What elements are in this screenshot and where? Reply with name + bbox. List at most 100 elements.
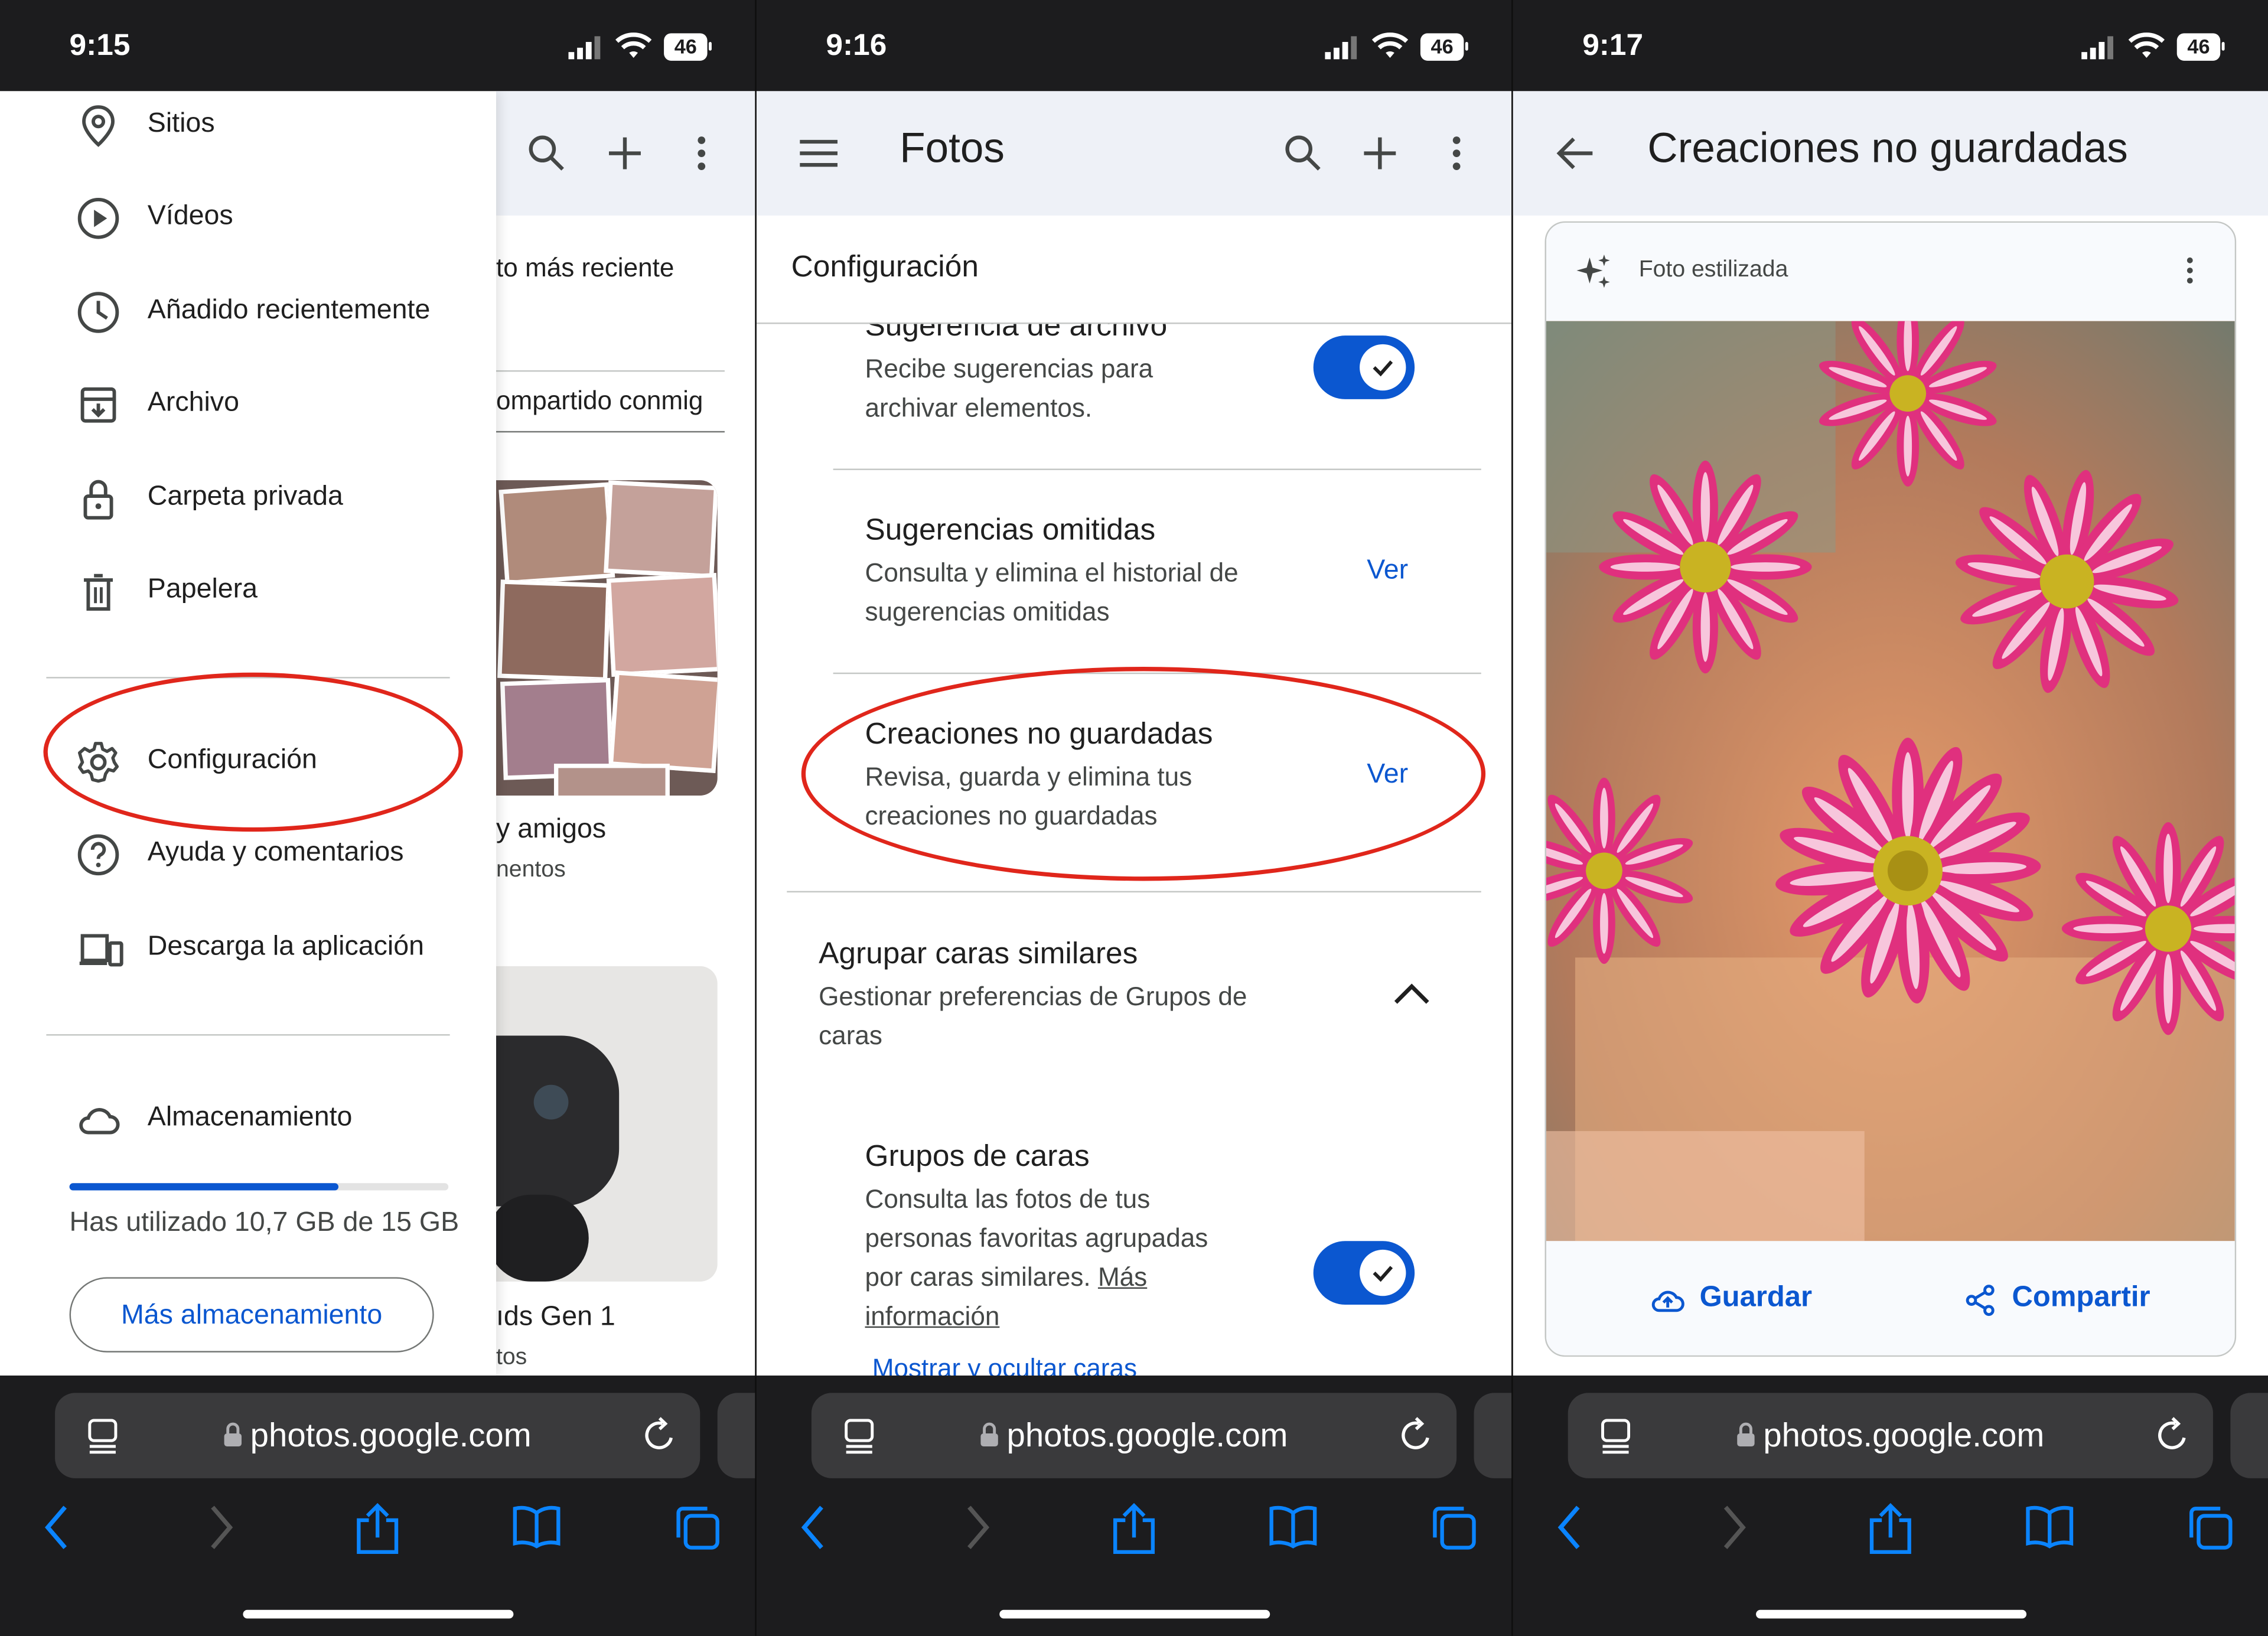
highlight-circle-settings [43,672,463,832]
sparkle-icon [1576,255,1610,288]
wifi-icon [2128,32,2165,58]
album-title-family[interactable]: y amigos [496,814,606,846]
next-tab-peek[interactable] [2230,1393,2268,1478]
phone-panel-2: 9:16 46 Fotos Configuración Sugerencia d… [756,0,1512,1636]
url-text: photos.google.com [1006,1416,1288,1454]
share-icon[interactable] [353,1503,402,1555]
address-bar[interactable]: photos.google.com [1568,1393,2213,1478]
search-icon[interactable] [1285,135,1322,172]
album-thumbnail-earbuds[interactable] [496,966,718,1282]
tabs-icon[interactable] [2185,1503,2234,1552]
page-menu-icon[interactable] [843,1417,875,1455]
drawer-label-sitios: Sitios [147,108,215,139]
setting-divider [787,891,1481,893]
next-tab-peek[interactable] [1474,1393,1512,1478]
more-vert-icon[interactable] [1451,136,1462,171]
check-icon [1373,360,1393,377]
album-title-earbuds[interactable]: ıds Gen 1 [496,1302,615,1334]
more-vert-icon[interactable] [696,136,708,171]
battery-level: 46 [664,33,708,61]
share-icon[interactable] [1866,1503,1915,1555]
card-actions: Guardar Compartir [1546,1241,2235,1355]
bookmarks-icon[interactable] [1267,1503,1319,1549]
bookmarks-icon[interactable] [510,1503,562,1549]
chevron-up-icon[interactable] [1392,980,1432,1006]
drawer-label-help: Ayuda y comentarios [147,837,404,868]
battery-level: 46 [1420,33,1464,61]
show-hide-faces-link[interactable]: Mostrar y ocultar caras [872,1354,1137,1376]
setting-desc-group-faces: Gestionar preferencias de Grupos de cara… [819,982,1247,1050]
signal-icon [568,36,601,60]
forward-icon[interactable] [206,1503,237,1552]
status-time: 9:16 [826,28,887,63]
phone-panel-3: 9:17 46 Creaciones no guardadas Foto est… [1513,0,2268,1636]
setting-desc-omitted-suggestions: Consulta y elimina el historial de suger… [865,558,1239,627]
album-thumbnail-family[interactable] [496,480,718,796]
forward-icon[interactable] [1718,1503,1750,1552]
background-page: to más reciente ompartido conmig y amigo… [496,91,755,1376]
more-vert-icon[interactable] [2185,257,2194,284]
reload-icon[interactable] [2155,1416,2190,1454]
section-title: Configuración [791,250,979,284]
battery-level: 46 [2176,33,2221,61]
tabs-icon[interactable] [1429,1503,1478,1552]
archive-suggestion-toggle[interactable] [1313,335,1415,399]
more-storage-button[interactable]: Más almacenamiento [69,1277,434,1353]
storage-progress-fill [69,1183,339,1191]
drawer-label-videos: Vídeos [147,201,233,232]
home-indicator [243,1609,514,1619]
face-groups-description: Consulta las fotos de tus personas favor… [865,1184,1208,1292]
battery-nub [1465,42,1468,51]
drawer-label-recent: Añadido recientemente [147,295,431,326]
page-menu-icon[interactable] [1600,1417,1632,1455]
back-icon[interactable] [41,1503,73,1552]
home-indicator [999,1609,1270,1619]
url-text: photos.google.com [1763,1416,2045,1454]
drawer-label-trash: Papelera [147,574,258,605]
page-menu-icon[interactable] [87,1417,119,1455]
setting-title-omitted-suggestions: Sugerencias omitidas [865,513,1156,547]
background-top-bar [496,91,755,216]
reload-icon[interactable] [1399,1416,1433,1454]
arrow-back-icon[interactable] [1555,136,1596,171]
status-bar: 9:16 46 [756,0,1512,92]
shared-filter-label: ompartido conmig [496,386,703,415]
add-icon[interactable] [606,135,644,172]
setting-divider [833,468,1481,470]
storage-used-text: Has utilizado 10,7 GB de 15 GB [69,1207,460,1239]
share-label: Compartir [2012,1281,2150,1314]
shared-filter-chip[interactable]: ompartido conmig [496,376,725,433]
search-icon[interactable] [528,135,566,172]
reload-icon[interactable] [642,1416,677,1454]
toggle-knob [1360,1249,1406,1296]
view-omitted-suggestions-link[interactable]: Ver [1367,555,1408,587]
back-icon[interactable] [1553,1503,1585,1552]
share-icon[interactable] [1109,1503,1158,1555]
address-bar[interactable]: photos.google.com [811,1393,1457,1478]
stylized-photo[interactable] [1546,321,2235,1241]
screenshot-stage: 9:15 46 to más reciente ompartido conmig… [0,0,2268,1636]
address-bar[interactable]: photos.google.com [55,1393,700,1478]
storage-progress-bar [69,1183,449,1191]
card-label: Foto estilizada [1638,257,1788,282]
add-icon[interactable] [1361,135,1399,172]
save-label: Guardar [1699,1281,1813,1314]
next-tab-peek[interactable] [717,1393,755,1478]
recent-sort-label[interactable]: to más reciente [496,253,674,283]
forward-icon[interactable] [962,1503,994,1552]
signal-icon [2081,36,2113,60]
face-groups-toggle[interactable] [1313,1241,1415,1305]
drawer-label-download-app: Descarga la aplicación [147,931,424,962]
drawer-divider-2 [46,1034,450,1036]
archive-icon [80,387,116,423]
status-time: 9:15 [69,28,131,63]
back-icon[interactable] [797,1503,829,1552]
tabs-icon[interactable] [673,1503,722,1552]
drawer-label-private-folder: Carpeta privada [147,481,343,512]
menu-icon[interactable] [799,138,839,170]
bookmarks-icon[interactable] [2023,1503,2075,1549]
signal-icon [1325,36,1357,60]
safari-toolbar: photos.google.com [756,1375,1512,1636]
share-nodes-icon [1966,1285,1995,1316]
highlight-circle-unsaved [801,666,1486,881]
